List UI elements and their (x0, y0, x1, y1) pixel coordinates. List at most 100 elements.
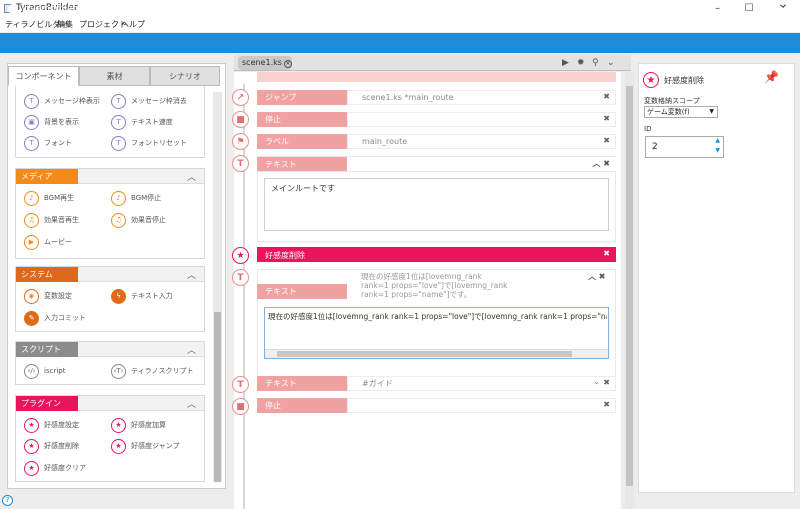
row-stop-2[interactable]: 停止 ✖ (257, 398, 616, 413)
component-tyranoscript[interactable]: ‹T› ティラノスクリプト (111, 362, 193, 380)
text-speed-icon: T (111, 114, 126, 130)
delete-icon[interactable]: ✖ (603, 92, 610, 101)
id-label: ID (644, 125, 652, 133)
system-header[interactable]: システム ︿ (16, 267, 204, 282)
collapse-controls[interactable]: ︿ ✖ (593, 158, 611, 169)
export-icon[interactable] (776, 3, 790, 17)
menu-edit[interactable]: 編集 (57, 19, 73, 30)
left-scrollbar-thumb[interactable] (214, 312, 221, 482)
editor-scrollbar-thumb[interactable] (626, 86, 633, 486)
tab-scenario[interactable]: シナリオ (150, 66, 220, 86)
component-se-play[interactable]: ♫ 効果音再生 (24, 211, 79, 229)
scope-label: 変数格納スコープ (644, 97, 700, 105)
properties-title: 好感度削除 (664, 76, 704, 85)
title-bar (0, 0, 800, 17)
text-editor[interactable]: メインルートです (264, 178, 609, 231)
tab-assets[interactable]: 素材 (79, 66, 150, 86)
scope-select-value: ゲーム変数(f) (647, 108, 690, 116)
close-icon[interactable]: × (283, 60, 292, 68)
section-plugin: プラグイン ︿ ★ 好感度設定 ★ 好感度加算 ★ 好感度削除 ★ 好感度ジャンプ ★ 好… (15, 395, 205, 482)
component-bgm-stop[interactable]: ♪ BGM停止 (111, 189, 161, 207)
row-text-3[interactable]: テキスト #ガイド ⌄ ✖ (257, 376, 616, 391)
delete-icon[interactable]: ✖ (603, 114, 610, 123)
menu-help[interactable]: ヘルプ (121, 19, 145, 30)
file-tab[interactable]: scene1.ks × (238, 56, 292, 70)
text-icon: T (232, 269, 249, 286)
component-affection-delete[interactable]: ★ 好感度削除 (24, 437, 79, 455)
row-stop-2-value (347, 398, 616, 413)
chevron-up-icon[interactable]: ︿ (187, 397, 196, 410)
delete-icon[interactable]: ✖ (603, 378, 610, 387)
chevron-down-icon[interactable]: ⌄ (593, 377, 600, 386)
row-stop-2-label: 停止 (257, 398, 347, 413)
search-icon[interactable]: ⚲ (592, 58, 599, 68)
text-editor-2[interactable]: 現在の好感度1位は[lovemng_rank rank=1 props="lov… (264, 307, 609, 359)
component-font[interactable]: T フォント (24, 134, 72, 152)
delete-icon[interactable]: ✖ (603, 249, 610, 258)
stop-icon: ■ (232, 111, 249, 128)
toolbar (0, 33, 800, 53)
font-icon: T (24, 135, 39, 151)
component-hide-message-window[interactable]: T メッセージ枠消去 (111, 92, 187, 110)
media-header[interactable]: メディア ︿ (16, 169, 204, 184)
row-text-header[interactable]: テキスト ︿ ✖ (257, 156, 616, 172)
component-text-input[interactable]: ϟ テキスト入力 (111, 287, 173, 305)
component-bgm-play[interactable]: ♪ BGM再生 (24, 189, 74, 207)
row-text-label: テキスト (257, 157, 347, 172)
play-icon[interactable]: ▶ (562, 58, 569, 68)
row-jump[interactable]: ジャンプ scene1.ks *main_route ✖ (257, 90, 616, 105)
star-icon: ★ (111, 417, 126, 433)
chevron-down-icon[interactable]: ⌄ (607, 58, 615, 68)
component-variable-set[interactable]: ◈ 変数設定 (24, 287, 72, 305)
component-affection-add[interactable]: ★ 好感度加算 (111, 416, 166, 434)
jump-icon: ↗ (232, 89, 249, 106)
star-icon: ★ (24, 438, 39, 454)
delete-icon[interactable]: ✖ (603, 400, 610, 409)
component-iscript[interactable]: ‹/› iscript (24, 362, 65, 380)
system-title: システム (16, 267, 78, 282)
component-text-speed[interactable]: T テキスト速度 (111, 113, 173, 131)
component-affection-clear[interactable]: ★ 好感度クリア (24, 459, 86, 477)
section-media: メディア ︿ ♪ BGM再生 ♪ BGM停止 ♫ 効果音再生 ♫ 効果音停止 ▶ ムービー (15, 168, 205, 259)
id-input[interactable]: 2 ▲ ▼ (645, 136, 724, 158)
component-affection-set[interactable]: ★ 好感度設定 (24, 416, 79, 434)
component-show-message-window[interactable]: T メッセージ枠表示 (24, 92, 100, 110)
scope-select[interactable]: ゲーム変数(f) ▼ (644, 106, 718, 118)
horizontal-scrollbar[interactable] (265, 349, 608, 358)
collapse-controls[interactable]: ︿ ✖ (588, 271, 606, 282)
tab-components[interactable]: コンポーネント (8, 66, 79, 86)
menu-project[interactable]: プロジェクト (79, 19, 127, 30)
stop-icon: ■ (232, 398, 249, 415)
tyrano-tag-icon: ‹T› (111, 363, 126, 379)
component-affection-jump[interactable]: ★ 好感度ジャンプ (111, 437, 179, 455)
plugin-title: プラグイン (16, 396, 78, 411)
row-affection-delete-label: 好感度削除 (265, 251, 305, 260)
script-header[interactable]: スクリプト ︿ (16, 342, 204, 357)
pin-icon[interactable]: 📌 (764, 70, 779, 84)
component-input-commit[interactable]: ✎ 入力コミット (24, 309, 86, 327)
text-preview: 現在の好感度1位は[lovemng_rank rank=1 props="lov… (361, 272, 508, 299)
project-name[interactable]: lovemngSample (22, 4, 95, 14)
component-font-reset[interactable]: T フォントリセット (111, 134, 187, 152)
chevron-up-icon[interactable]: ︿ (187, 170, 196, 183)
delete-icon[interactable]: ✖ (603, 136, 610, 145)
row-stop[interactable]: 停止 ✖ (257, 112, 616, 127)
component-movie[interactable]: ▶ ムービー (24, 233, 72, 251)
debug-icon[interactable]: ✹ (577, 58, 585, 68)
chevron-up-icon[interactable]: ︿ (187, 268, 196, 281)
component-show-background[interactable]: ▣ 背景を表示 (24, 113, 79, 131)
stepper-icon[interactable]: ▲ ▼ (715, 136, 720, 156)
row-affection-delete[interactable]: 好感度削除 ✖ (257, 247, 616, 262)
play-icon[interactable] (663, 3, 677, 17)
character-settings-icon[interactable] (708, 3, 722, 17)
commit-icon: ✎ (24, 310, 39, 326)
component-se-stop[interactable]: ♫ 効果音停止 (111, 211, 166, 229)
plugin-header[interactable]: プラグイン ︿ (16, 396, 204, 411)
hammer-icon[interactable] (753, 3, 767, 17)
help-icon[interactable]: ? (2, 495, 13, 506)
save-icon[interactable] (686, 3, 700, 17)
chevron-up-icon[interactable]: ︿ (187, 343, 196, 356)
gear-icon[interactable] (731, 3, 745, 17)
row-label[interactable]: ラベル main_route ✖ (257, 134, 616, 149)
horizontal-scrollbar-thumb[interactable] (277, 351, 572, 357)
